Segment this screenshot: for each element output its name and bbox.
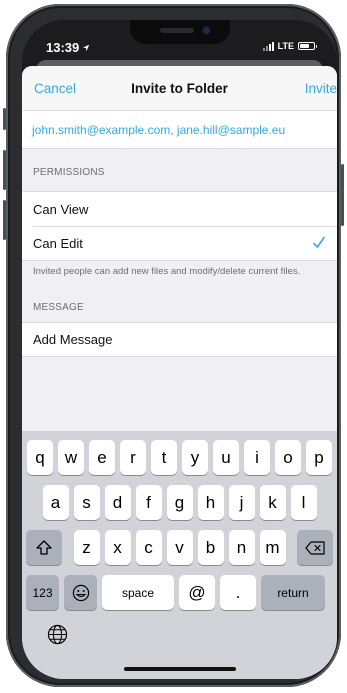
permissions-group: Can View Can Edit — [22, 191, 337, 261]
backspace-icon — [305, 540, 325, 555]
key-k[interactable]: k — [259, 485, 286, 520]
shift-arrow-icon — [36, 540, 52, 555]
key-x[interactable]: x — [104, 530, 131, 565]
network-type: LTE — [277, 41, 294, 51]
numbers-key[interactable]: 123 — [26, 575, 59, 610]
volume-down-button — [3, 200, 6, 240]
screen: 13:39 LTE Cancel Invite to Folder Invite… — [22, 20, 337, 679]
key-f[interactable]: f — [135, 485, 162, 520]
front-camera — [202, 26, 211, 35]
keyboard: q w e r t y u i o p a s d f g h j k l z … — [22, 431, 337, 679]
keyboard-row-1: q w e r t y u i o p — [22, 440, 337, 475]
navigation-bar: Cancel Invite to Folder Invite — [22, 66, 337, 111]
recipients-field[interactable]: john.smith@example.com, jane.hill@sample… — [22, 111, 337, 149]
power-button — [341, 164, 344, 226]
key-s[interactable]: s — [73, 485, 100, 520]
emoji-key[interactable] — [64, 575, 97, 610]
key-e[interactable]: e — [89, 440, 115, 475]
battery-icon — [298, 42, 317, 50]
key-t[interactable]: t — [151, 440, 177, 475]
return-key[interactable]: return — [261, 575, 325, 610]
at-key[interactable]: @ — [179, 575, 215, 610]
key-q[interactable]: q — [27, 440, 53, 475]
key-w[interactable]: w — [58, 440, 84, 475]
key-v[interactable]: v — [166, 530, 193, 565]
permissions-header: PERMISSIONS — [33, 167, 105, 178]
keyboard-row-3-letters: z x c v b n m — [73, 530, 286, 565]
permission-option-label: Can View — [33, 201, 89, 217]
location-arrow-icon — [83, 44, 90, 51]
key-j[interactable]: j — [228, 485, 255, 520]
backspace-key[interactable] — [297, 530, 333, 565]
status-right-group: LTE — [262, 41, 317, 51]
permission-option-can-view[interactable]: Can View — [22, 192, 337, 226]
key-l[interactable]: l — [290, 485, 317, 520]
invite-button[interactable]: Invite — [305, 81, 337, 96]
keyboard-row-3: z x c v b n m — [22, 530, 337, 565]
key-d[interactable]: d — [104, 485, 131, 520]
phone-frame: 13:39 LTE Cancel Invite to Folder Invite… — [3, 4, 344, 687]
add-message-field[interactable]: Add Message — [22, 322, 337, 357]
key-o[interactable]: o — [275, 440, 301, 475]
space-key[interactable]: space — [102, 575, 174, 610]
key-r[interactable]: r — [120, 440, 146, 475]
key-u[interactable]: u — [213, 440, 239, 475]
checkmark-icon — [313, 236, 325, 248]
permission-option-label: Can Edit — [33, 235, 83, 251]
dot-key[interactable]: . — [220, 575, 256, 610]
key-h[interactable]: h — [197, 485, 224, 520]
notch — [130, 20, 230, 44]
speaker-grille — [160, 28, 194, 33]
key-p[interactable]: p — [306, 440, 332, 475]
key-z[interactable]: z — [73, 530, 100, 565]
globe-icon[interactable] — [47, 624, 68, 645]
key-b[interactable]: b — [197, 530, 224, 565]
volume-up-button — [3, 150, 6, 190]
keyboard-row-2: a s d f g h j k l — [22, 485, 337, 520]
signal-strength-icon — [262, 41, 274, 51]
key-y[interactable]: y — [182, 440, 208, 475]
status-time: 13:39 — [46, 40, 80, 55]
status-time-group: 13:39 — [46, 40, 90, 55]
add-message-placeholder: Add Message — [33, 332, 113, 347]
permissions-footer-note: Invited people can add new files and mod… — [33, 266, 301, 277]
message-header: MESSAGE — [33, 302, 84, 313]
keyboard-row-4: 123 space @ . return — [22, 575, 337, 610]
key-i[interactable]: i — [244, 440, 270, 475]
key-a[interactable]: a — [42, 485, 69, 520]
key-g[interactable]: g — [166, 485, 193, 520]
permission-option-can-edit[interactable]: Can Edit — [22, 226, 337, 260]
emoji-icon — [72, 584, 89, 601]
shift-key[interactable] — [26, 530, 62, 565]
key-c[interactable]: c — [135, 530, 162, 565]
mute-switch — [3, 108, 6, 130]
home-indicator[interactable] — [123, 667, 236, 671]
key-m[interactable]: m — [259, 530, 286, 565]
page-title: Invite to Folder — [131, 81, 228, 96]
key-n[interactable]: n — [228, 530, 255, 565]
